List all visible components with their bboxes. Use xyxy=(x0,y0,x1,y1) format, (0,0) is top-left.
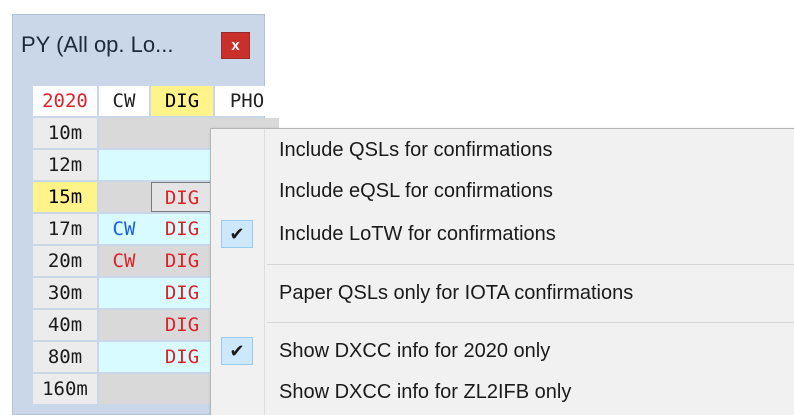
menu-item-label: Include eQSL for confirmations xyxy=(279,180,553,202)
menu-item-include-qsls[interactable]: Include QSLs for confirmations xyxy=(211,130,794,170)
dig-cell[interactable]: DIG xyxy=(151,310,213,340)
checkmark-icon: ✔ xyxy=(221,337,253,365)
menu-item-label: Include LoTW for confirmations xyxy=(279,223,556,245)
close-icon: x xyxy=(231,37,240,54)
menu-item-paper-qsls-iota[interactable]: Paper QSLs only for IOTA confirmations xyxy=(211,273,794,313)
menu-item-label: Include QSLs for confirmations xyxy=(279,139,553,161)
menu-item-include-lotw[interactable]: ✔ Include LoTW for confirmations xyxy=(211,214,794,254)
band-label[interactable]: 160m xyxy=(33,374,97,404)
menu-item-dxcc-zl2ifb[interactable]: Show DXCC info for ZL2IFB only xyxy=(211,372,794,412)
dig-cell[interactable]: DIG xyxy=(151,278,213,308)
dig-cell[interactable]: DIG xyxy=(151,182,213,212)
cw-header[interactable]: CW xyxy=(99,86,149,116)
cw-cell[interactable]: CW xyxy=(99,246,149,276)
window-title: PY (All op. Lo... xyxy=(21,32,174,57)
band-label[interactable]: 40m xyxy=(33,310,97,340)
band-label[interactable]: 10m xyxy=(33,118,97,148)
pho-header[interactable]: PHO xyxy=(215,86,279,116)
checkmark-icon: ✔ xyxy=(221,220,253,248)
menu-separator xyxy=(267,264,794,265)
menu-item-include-eqsl[interactable]: Include eQSL for confirmations xyxy=(211,171,794,211)
band-label[interactable]: 12m xyxy=(33,150,97,180)
dig-cell[interactable]: DIG xyxy=(151,214,213,244)
dig-header[interactable]: DIG xyxy=(151,86,213,116)
band-label[interactable]: 20m xyxy=(33,246,97,276)
band-label[interactable]: 15m xyxy=(33,182,97,212)
band-label[interactable]: 17m xyxy=(33,214,97,244)
close-button[interactable]: x xyxy=(221,32,250,59)
band-label[interactable]: 30m xyxy=(33,278,97,308)
band-label[interactable]: 80m xyxy=(33,342,97,372)
menu-item-label: Show DXCC info for ZL2IFB only xyxy=(279,381,572,403)
context-menu: Include QSLs for confirmations Include e… xyxy=(210,128,794,415)
menu-item-dxcc-2020[interactable]: ✔ Show DXCC info for 2020 only xyxy=(211,331,794,371)
dig-cell[interactable]: DIG xyxy=(151,342,213,372)
dig-cell[interactable]: DIG xyxy=(151,246,213,276)
year-header[interactable]: 2020 xyxy=(33,86,97,116)
menu-item-label: Show DXCC info for 2020 only xyxy=(279,340,551,362)
menu-separator xyxy=(267,322,794,323)
menu-item-label: Paper QSLs only for IOTA confirmations xyxy=(279,282,634,304)
cw-cell[interactable]: CW xyxy=(99,214,149,244)
